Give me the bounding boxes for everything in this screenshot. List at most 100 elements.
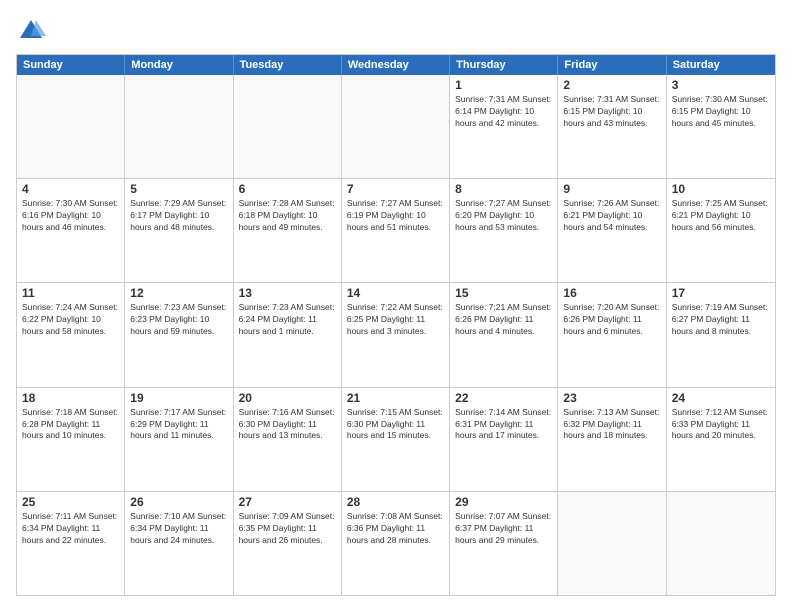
calendar-cell: 8 Sunrise: 7:27 AM Sunset: 6:20 PM Daylig… [450, 179, 558, 282]
calendar-row-2: 4 Sunrise: 7:30 AM Sunset: 6:16 PM Daylig… [17, 178, 775, 282]
day-number: 20 [239, 391, 336, 405]
calendar-cell: 25Sunrise: 7:11 AM Sunset: 6:34 PM Dayli… [17, 492, 125, 595]
day-number: 8 [455, 182, 552, 196]
calendar-cell: 27Sunrise: 7:09 AM Sunset: 6:35 PM Dayli… [234, 492, 342, 595]
day-number: 26 [130, 495, 227, 509]
day-info: Sunrise: 7:25 AM Sunset: 6:21 PM Dayligh… [672, 198, 770, 234]
day-number: 9 [563, 182, 660, 196]
header-day-saturday: Saturday [667, 55, 775, 75]
logo [16, 16, 50, 46]
day-info: Sunrise: 7:29 AM Sunset: 6:17 PM Dayligh… [130, 198, 227, 234]
calendar-cell: 19 Sunrise: 7:17 AM Sunset: 6:29 PM Dayli… [125, 388, 233, 491]
calendar-cell [558, 492, 666, 595]
header-day-monday: Monday [125, 55, 233, 75]
header-day-wednesday: Wednesday [342, 55, 450, 75]
calendar-cell [342, 75, 450, 178]
day-info: Sunrise: 7:14 AM Sunset: 6:31 PM Dayligh… [455, 407, 552, 443]
header [16, 16, 776, 46]
day-number: 22 [455, 391, 552, 405]
day-number: 12 [130, 286, 227, 300]
day-info: Sunrise: 7:13 AM Sunset: 6:32 PM Dayligh… [563, 407, 660, 443]
day-number: 29 [455, 495, 552, 509]
day-info: Sunrise: 7:30 AM Sunset: 6:15 PM Dayligh… [672, 94, 770, 130]
day-info: Sunrise: 7:11 AM Sunset: 6:34 PM Dayligh… [22, 511, 119, 547]
day-number: 11 [22, 286, 119, 300]
day-info: Sunrise: 7:31 AM Sunset: 6:15 PM Dayligh… [563, 94, 660, 130]
day-info: Sunrise: 7:08 AM Sunset: 6:36 PM Dayligh… [347, 511, 444, 547]
day-info: Sunrise: 7:21 AM Sunset: 6:26 PM Dayligh… [455, 302, 552, 338]
page: SundayMondayTuesdayWednesdayThursdayFrid… [0, 0, 792, 612]
calendar-cell: 10 Sunrise: 7:25 AM Sunset: 6:21 PM Dayli… [667, 179, 775, 282]
day-number: 7 [347, 182, 444, 196]
calendar-cell: 14Sunrise: 7:22 AM Sunset: 6:25 PM Dayli… [342, 283, 450, 386]
day-number: 15 [455, 286, 552, 300]
day-info: Sunrise: 7:30 AM Sunset: 6:16 PM Dayligh… [22, 198, 119, 234]
day-info: Sunrise: 7:23 AM Sunset: 6:23 PM Dayligh… [130, 302, 227, 338]
calendar-cell: 6 Sunrise: 7:28 AM Sunset: 6:18 PM Daylig… [234, 179, 342, 282]
day-number: 5 [130, 182, 227, 196]
day-info: Sunrise: 7:15 AM Sunset: 6:30 PM Dayligh… [347, 407, 444, 443]
calendar-cell: 9 Sunrise: 7:26 AM Sunset: 6:21 PM Daylig… [558, 179, 666, 282]
calendar-body: 1 Sunrise: 7:31 AM Sunset: 6:14 PM Daylig… [17, 75, 775, 595]
calendar-cell [234, 75, 342, 178]
day-info: Sunrise: 7:27 AM Sunset: 6:20 PM Dayligh… [455, 198, 552, 234]
day-number: 4 [22, 182, 119, 196]
calendar-cell [667, 492, 775, 595]
day-info: Sunrise: 7:31 AM Sunset: 6:14 PM Dayligh… [455, 94, 552, 130]
header-day-thursday: Thursday [450, 55, 558, 75]
calendar-cell [125, 75, 233, 178]
day-info: Sunrise: 7:19 AM Sunset: 6:27 PM Dayligh… [672, 302, 770, 338]
calendar-cell: 4 Sunrise: 7:30 AM Sunset: 6:16 PM Daylig… [17, 179, 125, 282]
day-info: Sunrise: 7:22 AM Sunset: 6:25 PM Dayligh… [347, 302, 444, 338]
calendar-cell: 20 Sunrise: 7:16 AM Sunset: 6:30 PM Dayli… [234, 388, 342, 491]
calendar-cell: 18Sunrise: 7:18 AM Sunset: 6:28 PM Dayli… [17, 388, 125, 491]
calendar-cell: 26 Sunrise: 7:10 AM Sunset: 6:34 PM Dayli… [125, 492, 233, 595]
day-number: 6 [239, 182, 336, 196]
day-info: Sunrise: 7:24 AM Sunset: 6:22 PM Dayligh… [22, 302, 119, 338]
day-info: Sunrise: 7:27 AM Sunset: 6:19 PM Dayligh… [347, 198, 444, 234]
calendar-row-3: 11 Sunrise: 7:24 AM Sunset: 6:22 PM Dayli… [17, 282, 775, 386]
day-number: 28 [347, 495, 444, 509]
calendar-cell: 13 Sunrise: 7:23 AM Sunset: 6:24 PM Dayli… [234, 283, 342, 386]
day-number: 27 [239, 495, 336, 509]
day-info: Sunrise: 7:20 AM Sunset: 6:26 PM Dayligh… [563, 302, 660, 338]
day-number: 13 [239, 286, 336, 300]
header-day-sunday: Sunday [17, 55, 125, 75]
day-number: 18 [22, 391, 119, 405]
calendar-row-1: 1 Sunrise: 7:31 AM Sunset: 6:14 PM Daylig… [17, 75, 775, 178]
day-number: 23 [563, 391, 660, 405]
day-number: 16 [563, 286, 660, 300]
day-info: Sunrise: 7:10 AM Sunset: 6:34 PM Dayligh… [130, 511, 227, 547]
calendar-cell: 29 Sunrise: 7:07 AM Sunset: 6:37 PM Dayli… [450, 492, 558, 595]
calendar-cell: 7 Sunrise: 7:27 AM Sunset: 6:19 PM Daylig… [342, 179, 450, 282]
calendar-cell: 11 Sunrise: 7:24 AM Sunset: 6:22 PM Dayli… [17, 283, 125, 386]
calendar-cell: 24Sunrise: 7:12 AM Sunset: 6:33 PM Dayli… [667, 388, 775, 491]
calendar: SundayMondayTuesdayWednesdayThursdayFrid… [16, 54, 776, 596]
day-number: 19 [130, 391, 227, 405]
calendar-cell: 16 Sunrise: 7:20 AM Sunset: 6:26 PM Dayli… [558, 283, 666, 386]
day-info: Sunrise: 7:07 AM Sunset: 6:37 PM Dayligh… [455, 511, 552, 547]
calendar-cell: 28 Sunrise: 7:08 AM Sunset: 6:36 PM Dayli… [342, 492, 450, 595]
header-day-tuesday: Tuesday [234, 55, 342, 75]
day-info: Sunrise: 7:12 AM Sunset: 6:33 PM Dayligh… [672, 407, 770, 443]
day-number: 21 [347, 391, 444, 405]
day-number: 17 [672, 286, 770, 300]
calendar-cell: 3 Sunrise: 7:30 AM Sunset: 6:15 PM Daylig… [667, 75, 775, 178]
day-number: 1 [455, 78, 552, 92]
calendar-row-5: 25Sunrise: 7:11 AM Sunset: 6:34 PM Dayli… [17, 491, 775, 595]
day-info: Sunrise: 7:16 AM Sunset: 6:30 PM Dayligh… [239, 407, 336, 443]
day-info: Sunrise: 7:26 AM Sunset: 6:21 PM Dayligh… [563, 198, 660, 234]
day-info: Sunrise: 7:17 AM Sunset: 6:29 PM Dayligh… [130, 407, 227, 443]
day-number: 10 [672, 182, 770, 196]
calendar-row-4: 18Sunrise: 7:18 AM Sunset: 6:28 PM Dayli… [17, 387, 775, 491]
calendar-header: SundayMondayTuesdayWednesdayThursdayFrid… [17, 55, 775, 75]
day-info: Sunrise: 7:23 AM Sunset: 6:24 PM Dayligh… [239, 302, 336, 338]
calendar-cell: 21 Sunrise: 7:15 AM Sunset: 6:30 PM Dayli… [342, 388, 450, 491]
day-info: Sunrise: 7:28 AM Sunset: 6:18 PM Dayligh… [239, 198, 336, 234]
calendar-cell [17, 75, 125, 178]
calendar-cell: 23 Sunrise: 7:13 AM Sunset: 6:32 PM Dayli… [558, 388, 666, 491]
day-number: 2 [563, 78, 660, 92]
calendar-cell: 17 Sunrise: 7:19 AM Sunset: 6:27 PM Dayli… [667, 283, 775, 386]
calendar-cell: 22 Sunrise: 7:14 AM Sunset: 6:31 PM Dayli… [450, 388, 558, 491]
day-number: 3 [672, 78, 770, 92]
